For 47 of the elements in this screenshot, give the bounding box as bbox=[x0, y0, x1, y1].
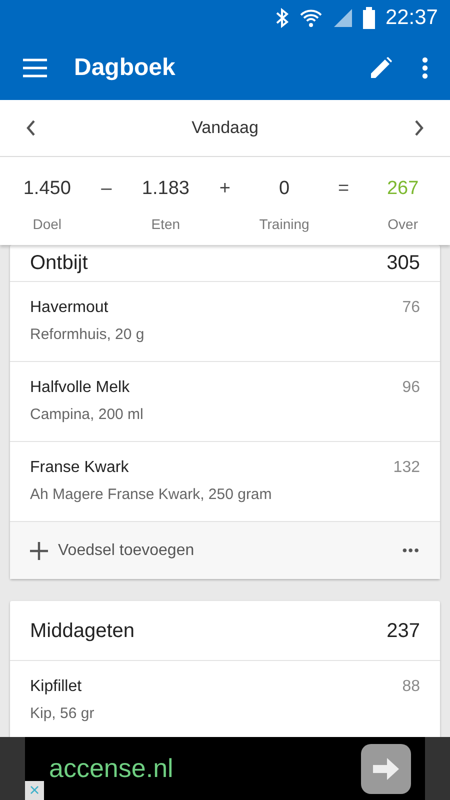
food-name: Halfvolle Melk bbox=[30, 378, 131, 398]
next-day-icon[interactable] bbox=[414, 120, 424, 136]
food-detail: Reformhuis, 20 g bbox=[30, 325, 144, 345]
food-name: Franse Kwark bbox=[30, 458, 130, 478]
food-name: Havermout bbox=[30, 298, 110, 318]
food-calories: 76 bbox=[402, 298, 420, 318]
food-detail: Campina, 200 ml bbox=[30, 405, 144, 425]
bluetooth-icon bbox=[275, 8, 290, 28]
menu-icon[interactable] bbox=[22, 58, 48, 78]
meal-title: Middageten bbox=[30, 618, 135, 644]
battery-icon bbox=[363, 6, 376, 28]
status-time: 22:37 bbox=[385, 4, 438, 31]
wifi-icon bbox=[299, 8, 324, 28]
operator-sign: = bbox=[336, 177, 350, 201]
app-title: Dagboek bbox=[74, 52, 176, 82]
summary-value: 267 bbox=[386, 177, 419, 201]
food-name: Kipfillet bbox=[30, 677, 83, 697]
food-row[interactable]: Halfvolle Melk Campina, 200 ml 96 bbox=[10, 362, 440, 442]
arrow-button-icon[interactable] bbox=[361, 744, 411, 794]
summary-value: 0 bbox=[278, 177, 290, 201]
operator-sign: + bbox=[218, 177, 232, 201]
signal-icon bbox=[333, 8, 354, 28]
summary-label: Training bbox=[259, 214, 310, 234]
summary-label: Eten bbox=[151, 214, 180, 234]
food-calories: 88 bbox=[402, 677, 420, 697]
more-icon[interactable] bbox=[422, 56, 428, 78]
meal-total: 237 bbox=[386, 618, 420, 644]
more-options-button[interactable]: ••• bbox=[402, 540, 420, 561]
plus-icon bbox=[30, 542, 48, 560]
meal-title: Ontbijt bbox=[30, 251, 88, 276]
food-detail: Ah Magere Franse Kwark, 250 gram bbox=[30, 485, 272, 505]
summary-label: Doel bbox=[32, 214, 62, 234]
summary-value: 1.183 bbox=[142, 177, 190, 201]
summary-value: 1.450 bbox=[23, 177, 71, 201]
ad-banner[interactable]: accense.nl × bbox=[25, 737, 425, 800]
add-food-button[interactable]: Voedsel toevoegen bbox=[30, 538, 194, 562]
previous-day-icon[interactable] bbox=[26, 120, 36, 136]
summary-label: Over bbox=[388, 214, 418, 234]
food-calories: 132 bbox=[393, 458, 420, 478]
food-row[interactable]: Havermout Reformhuis, 20 g 76 bbox=[10, 282, 440, 362]
date-label: Vandaag bbox=[192, 117, 258, 140]
food-detail: Kip, 56 gr bbox=[30, 704, 94, 724]
ad-text: accense.nl bbox=[49, 752, 174, 785]
operator-sign: – bbox=[100, 177, 113, 201]
food-calories: 96 bbox=[402, 378, 420, 398]
pencil-icon[interactable] bbox=[370, 56, 392, 78]
meal-total: 305 bbox=[386, 251, 420, 276]
